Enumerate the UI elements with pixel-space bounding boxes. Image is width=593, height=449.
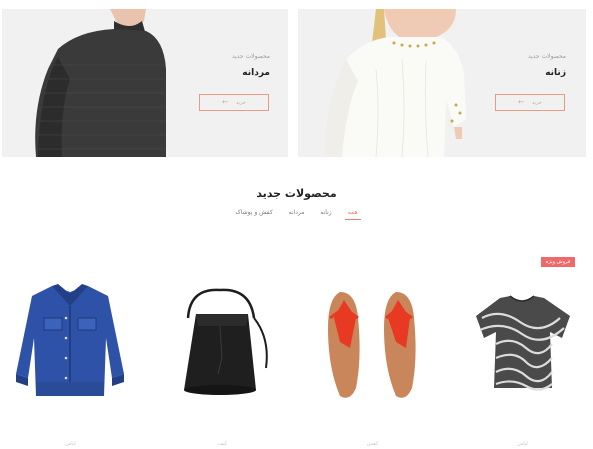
- sandals-icon: [328, 292, 416, 398]
- product-name: لباس: [517, 441, 528, 447]
- banner-title: مردانه: [242, 68, 270, 78]
- woman-blouse-image: [306, 9, 476, 157]
- product-name: کفش: [366, 441, 379, 447]
- buy-button-label: خرید: [236, 99, 246, 106]
- denim-jacket-icon: [16, 284, 124, 396]
- tab-men[interactable]: مردانه: [286, 209, 308, 220]
- striped-blouse-icon: [476, 295, 570, 391]
- section-title: محصولات جدید: [256, 187, 337, 200]
- product-card-denim-jacket[interactable]: [8, 278, 133, 408]
- banner-subtitle: محصولات جدید: [527, 53, 566, 60]
- product-name: کیف: [217, 441, 228, 447]
- banner-men[interactable]: محصولات جدید مردانه ← خرید: [2, 9, 288, 157]
- arrow-left-icon: ←: [222, 98, 228, 106]
- buy-button-women[interactable]: ← خرید: [495, 94, 565, 111]
- product-card-striped-blouse[interactable]: [460, 278, 585, 408]
- product-filter-tabs: همه زنانه مردانه کفش و پوشاک: [0, 209, 593, 220]
- banner-men-text: محصولات جدید مردانه: [232, 9, 270, 78]
- product-card-red-sandals[interactable]: [310, 278, 435, 408]
- tab-all[interactable]: همه: [344, 209, 361, 220]
- leather-bag-icon: [184, 288, 268, 395]
- product-name: لباس: [65, 441, 76, 447]
- product-card-leather-bag[interactable]: [160, 278, 285, 408]
- banner-women-text: محصولات جدید زنانه: [528, 9, 566, 78]
- arrow-left-icon: ←: [518, 98, 524, 106]
- buy-button-label: خرید: [532, 99, 542, 106]
- tab-women[interactable]: زنانه: [317, 209, 334, 220]
- banner-subtitle: محصولات جدید: [231, 53, 270, 60]
- banner-women[interactable]: محصولات جدید زنانه ← خرید: [298, 9, 586, 157]
- buy-button-men[interactable]: ← خرید: [199, 94, 269, 111]
- tab-shoes-apparel[interactable]: کفش و پوشاک: [232, 209, 275, 220]
- banner-title: زنانه: [545, 68, 566, 78]
- sale-badge: فروش ویژه: [541, 257, 575, 267]
- man-sweater-image: [18, 9, 188, 157]
